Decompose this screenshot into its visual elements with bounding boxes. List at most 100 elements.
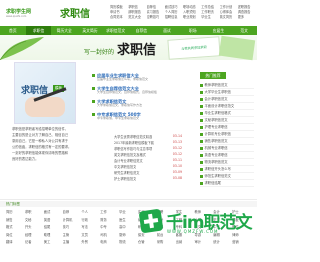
right-list-item[interactable]: 会计求职信范文 (200, 96, 254, 103)
right-list-item[interactable]: 机械专业求职信 (200, 145, 254, 152)
right-item-label[interactable]: 销售求职信范文 (205, 139, 228, 143)
nav-item[interactable]: 求职信 (25, 26, 52, 35)
top-link[interactable]: 英文简历 (220, 14, 237, 19)
site-logo[interactable]: 求职学生网 www.qiuzhi.com (6, 6, 44, 20)
tag-link[interactable]: 高中 (119, 224, 138, 232)
top-links: 简历模板 求职信 自荐信 面试技巧 职场动态 工作总结 工作计划 述职报告 申请书 辞职报告 实习报… (110, 4, 255, 26)
right-list-item[interactable]: 大学毕业生求职信 (200, 89, 254, 96)
right-item-label[interactable]: 会计求职信范文 (205, 97, 228, 101)
news-title[interactable]: 护士求职信范文 (114, 176, 136, 182)
right-list-item[interactable]: 求职信结尾 (200, 180, 254, 187)
brand-name: 求职学生网 (6, 9, 32, 15)
right-item-label[interactable]: 求职信结尾 (205, 181, 221, 185)
tag-link[interactable]: 简历 (6, 209, 25, 217)
tag-link[interactable]: 出纳 (176, 239, 195, 247)
tag-link[interactable]: 工作 (100, 209, 119, 217)
tag-link[interactable]: 医生 (119, 217, 138, 225)
tag-link[interactable]: 技巧 (63, 224, 82, 232)
right-list-item[interactable]: 毕业生求职信格式 (200, 110, 254, 117)
right-item-label[interactable]: 求职信开头怎么写 (205, 167, 231, 171)
right-item-label[interactable]: 大学毕业生求职信 (205, 90, 231, 94)
tag-link[interactable]: 营销 (232, 239, 251, 247)
right-item-label[interactable]: 师范生求职信范文 (205, 174, 231, 178)
tag-link[interactable]: 采购 (157, 239, 176, 247)
nav-item[interactable]: 面试 (154, 26, 180, 35)
bullet-icon (200, 97, 203, 101)
tag-link[interactable]: 开头 (25, 224, 44, 232)
right-item-label[interactable]: 毕业生求职信格式 (205, 111, 231, 115)
nav-item[interactable]: 求职信范文 (103, 26, 129, 35)
tag-link[interactable]: 主播 (63, 239, 82, 247)
right-list-item[interactable]: 教师求职信范文 (200, 82, 254, 89)
divider (0, 199, 257, 200)
top-link[interactable]: 招聘信息 (165, 14, 182, 19)
tag-link[interactable]: 自荐 (63, 209, 82, 217)
tag-link[interactable]: 毕业 (119, 209, 138, 217)
tag-link[interactable]: 结尾 (44, 224, 63, 232)
tag-link[interactable]: 外贸 (81, 239, 100, 247)
nav-item[interactable]: 应届生 (206, 26, 232, 35)
feature-image[interactable]: 求职信 模板 (14, 62, 76, 124)
tag-link[interactable]: 主管 (63, 232, 82, 240)
tag-link[interactable]: 中专 (100, 224, 119, 232)
right-list-item[interactable]: 计算机专业求职信 (200, 131, 254, 138)
tag-link[interactable]: 仓管 (138, 239, 157, 247)
right-list-item[interactable]: 销售求职信范文 (200, 138, 254, 145)
news-row[interactable]: 护士求职信范文 03-08 (114, 176, 182, 182)
tag-link[interactable]: 个人 (81, 209, 100, 217)
tag-link[interactable]: 财务 (100, 217, 119, 225)
tag-link[interactable]: 电商 (100, 239, 119, 247)
news-date: 03-08 (172, 176, 182, 180)
nav-item[interactable]: 职场 (180, 26, 206, 35)
bullet-icon (200, 132, 203, 136)
tag-link[interactable]: 求职 (25, 209, 44, 217)
tag-link[interactable]: 统计 (213, 239, 232, 247)
tag-link[interactable]: 美工 (44, 239, 63, 247)
tag-link[interactable]: 写法 (81, 224, 100, 232)
right-item-label[interactable]: 计算机专业求职信 (205, 132, 231, 136)
top-link[interactable]: 应聘技巧 (147, 14, 164, 19)
tag-link[interactable]: 计算机 (63, 217, 82, 225)
nav-item[interactable]: 范文 (231, 26, 257, 35)
right-item-label[interactable]: 机械专业求职信 (205, 146, 228, 150)
right-list-item[interactable]: 文秘求职信范文 (200, 117, 254, 124)
right-list-item[interactable]: 平面设计求职信范文 (200, 103, 254, 110)
tag-link[interactable]: 文员 (81, 232, 100, 240)
tag-link[interactable]: 厨师 (119, 232, 138, 240)
right-list-item[interactable]: 求职信开头怎么写 (200, 166, 254, 173)
tag-link[interactable]: 助理 (44, 232, 63, 240)
top-link[interactable]: 范文大全 (128, 14, 145, 19)
right-item-label[interactable]: 物流求职信范文 (205, 160, 228, 164)
top-link[interactable]: 职业规划 (183, 14, 200, 19)
right-list-item[interactable]: 英语专业求职信 (200, 152, 254, 159)
banner-slogan: 写一封好的 求职信 (84, 39, 156, 58)
nav-item[interactable]: 简历大全 (51, 26, 77, 35)
right-item-label[interactable]: 平面设计求职信范文 (205, 104, 235, 108)
tag-link[interactable]: 物流 (119, 239, 138, 247)
tag-link[interactable]: 记者 (25, 239, 44, 247)
right-item-label[interactable]: 文秘求职信范文 (205, 118, 228, 122)
right-item-label[interactable]: 英语专业求职信 (205, 153, 228, 157)
right-item-label[interactable]: 教师求职信范文 (205, 83, 228, 87)
right-list-item[interactable]: 物流求职信范文 (200, 159, 254, 166)
top-link[interactable]: 更多 (238, 14, 255, 19)
top-link[interactable]: 毕业生 (201, 14, 218, 19)
tag-link[interactable]: 销售 (6, 217, 25, 225)
tag-link[interactable]: 审计 (194, 239, 213, 247)
tag-link[interactable]: 翻译 (6, 239, 25, 247)
tag-link[interactable]: 英语 (44, 217, 63, 225)
tag-link[interactable]: 岗位 (6, 232, 25, 240)
tag-link[interactable]: 行政 (81, 217, 100, 225)
tag-link[interactable]: 面试 (44, 209, 63, 217)
nav-item[interactable]: 自荐信 (129, 26, 155, 35)
top-link[interactable]: 合同范本 (110, 14, 127, 19)
nav-item[interactable]: 英文简历 (77, 26, 103, 35)
tag-link[interactable]: 经理 (25, 232, 44, 240)
right-item-label[interactable]: 护理专业求职信 (205, 125, 228, 129)
tag-link[interactable]: 司机 (100, 232, 119, 240)
right-list-item[interactable]: 护理专业求职信 (200, 124, 254, 131)
right-list-item[interactable]: 师范生求职信范文 (200, 173, 254, 180)
nav-item[interactable]: 首页 (0, 26, 26, 35)
tag-link[interactable]: 格式 (6, 224, 25, 232)
tag-link[interactable]: 文秘 (25, 217, 44, 225)
